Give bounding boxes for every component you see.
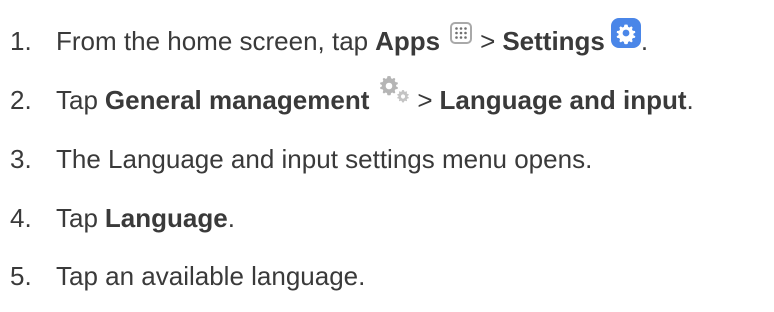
end-punct: . (227, 203, 235, 233)
end-punct: . (640, 26, 649, 56)
settings-label: Settings (502, 26, 605, 56)
step-3: 3. The Language and input settings menu … (10, 141, 592, 177)
step-text: Tap an available language. (56, 261, 366, 291)
settings-icon (610, 18, 641, 48)
step-4: 4. Tap Language . (10, 200, 235, 236)
step-number: 2. (10, 85, 32, 115)
separator: > (417, 85, 433, 115)
step-text: Tap (56, 203, 98, 233)
step-text: Tap (56, 85, 98, 115)
step-number: 5. (10, 261, 32, 291)
apps-label: Apps (375, 26, 441, 56)
step-2: 2. Tap General management > Language and… (10, 76, 694, 118)
instruction-steps: 1. From the home screen, tap Apps > Sett… (0, 0, 774, 312)
language-and-input-label: Language and input (439, 85, 687, 115)
step-number: 4. (10, 203, 32, 233)
general-management-label: General management (104, 85, 370, 115)
gears-icon (377, 75, 411, 105)
step-5: 5. Tap an available language. (10, 258, 365, 294)
step-number: 3. (10, 144, 32, 174)
language-label: Language (104, 203, 228, 233)
step-text: The Language and input settings menu ope… (56, 144, 593, 174)
separator: > (480, 26, 496, 56)
apps-icon (450, 22, 473, 44)
step-number: 1. (10, 26, 32, 56)
end-punct: . (686, 85, 694, 115)
step-text: From the home screen, tap (56, 26, 369, 56)
step-1: 1. From the home screen, tap Apps > Sett… (10, 18, 649, 59)
